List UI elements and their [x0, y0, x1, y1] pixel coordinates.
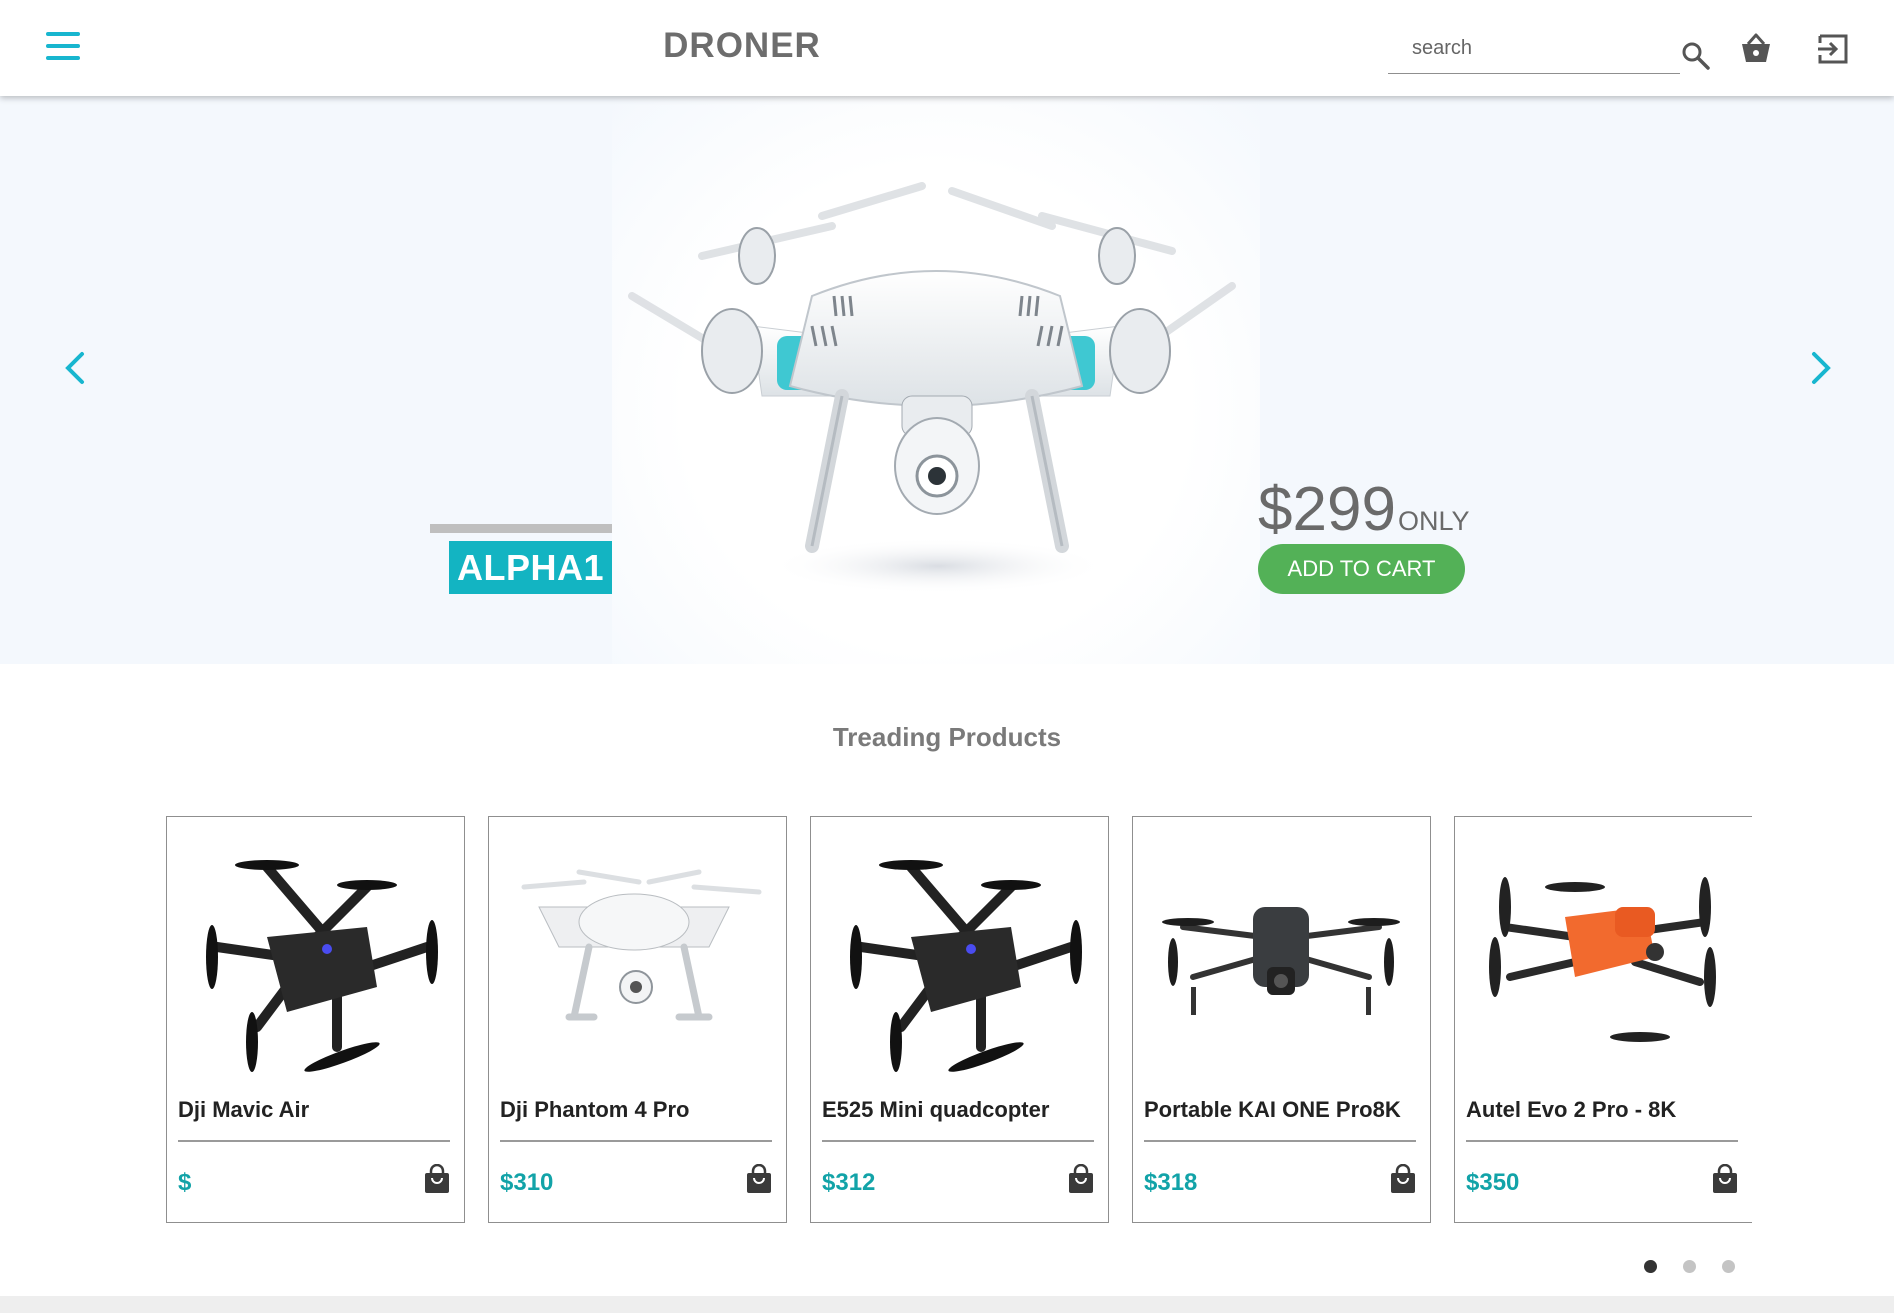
shopping-bag-icon[interactable]	[1389, 1164, 1417, 1194]
section-title: Treading Products	[832, 722, 1062, 752]
search-icon[interactable]	[1680, 40, 1712, 72]
product-price: $318	[1144, 1169, 1198, 1196]
product-name-divider	[430, 524, 612, 533]
product-name[interactable]: Dji Mavic Air	[178, 1097, 450, 1123]
product-price: $350	[1466, 1169, 1520, 1196]
hero-carousel: ALPHA1 $299ONLY ADD TO CART	[0, 96, 1894, 664]
product-image	[521, 869, 762, 1021]
hero-price-suffix: ONLY	[1397, 506, 1470, 536]
product-price: $	[178, 1169, 192, 1196]
product-card[interactable]: Dji Phantom 4 Pro $310	[488, 816, 787, 1223]
product-image	[1162, 907, 1400, 1015]
basket-icon[interactable]	[1738, 32, 1774, 66]
top-navbar: DRONER	[0, 0, 1894, 96]
card-divider	[500, 1140, 772, 1142]
exit-icon[interactable]	[1816, 32, 1850, 66]
pagination-dot-2[interactable]	[1683, 1260, 1696, 1273]
carousel-prev-arrow-icon[interactable]	[56, 346, 96, 390]
product-image	[206, 860, 438, 1072]
product-card[interactable]: Portable KAI ONE Pro8K $318	[1132, 816, 1431, 1223]
product-card[interactable]: Dji Mavic Air $	[166, 816, 465, 1223]
shopping-bag-icon[interactable]	[745, 1164, 773, 1194]
product-card[interactable]: Autel Evo 2 Pro - 8K $350	[1454, 816, 1752, 1223]
hero-price-value: $299	[1258, 475, 1396, 544]
carousel-pagination	[1644, 1260, 1761, 1276]
product-image	[1489, 877, 1716, 1042]
card-divider	[178, 1140, 450, 1142]
product-price: $312	[822, 1169, 876, 1196]
hero-price: $299ONLY	[1258, 474, 1469, 545]
shopping-bag-icon[interactable]	[1711, 1164, 1739, 1194]
shopping-bag-icon[interactable]	[1067, 1164, 1095, 1194]
search-box	[1388, 28, 1680, 74]
product-carousel: Dji Mavic Air $ Dji Phantom 4 Pro $310 E…	[166, 816, 1752, 1224]
carousel-next-arrow-icon[interactable]	[1800, 346, 1840, 390]
search-input[interactable]	[1388, 28, 1618, 68]
shopping-bag-icon[interactable]	[423, 1164, 451, 1194]
pagination-dot-1[interactable]	[1644, 1260, 1657, 1273]
product-name[interactable]: E525 Mini quadcopter	[822, 1097, 1094, 1123]
product-name[interactable]: Autel Evo 2 Pro - 8K	[1466, 1097, 1738, 1123]
product-name[interactable]: Dji Phantom 4 Pro	[500, 1097, 772, 1123]
card-divider	[822, 1140, 1094, 1142]
product-name[interactable]: Portable KAI ONE Pro8K	[1144, 1097, 1416, 1123]
product-image	[850, 860, 1082, 1072]
hero-drone-image	[612, 96, 1260, 664]
hamburger-menu-icon[interactable]	[46, 32, 86, 64]
card-divider	[1144, 1140, 1416, 1142]
pagination-dot-3[interactable]	[1722, 1260, 1735, 1273]
add-to-cart-button[interactable]: ADD TO CART	[1258, 544, 1465, 594]
card-divider	[1466, 1140, 1738, 1142]
brand-title[interactable]: DRONER	[620, 26, 864, 66]
product-price: $310	[500, 1169, 554, 1196]
footer-strip	[0, 1296, 1894, 1313]
product-card[interactable]: E525 Mini quadcopter $312	[810, 816, 1109, 1223]
hero-product-name: ALPHA1	[449, 541, 612, 594]
